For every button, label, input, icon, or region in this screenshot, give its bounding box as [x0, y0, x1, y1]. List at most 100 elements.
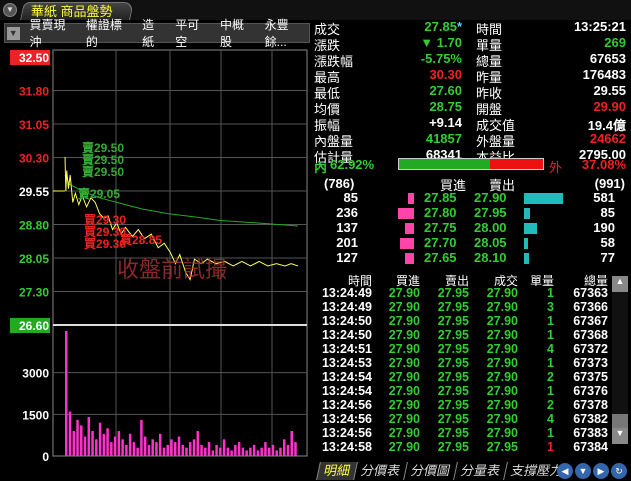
ask-volume: 190 [593, 220, 615, 235]
category-bar: ▼ 買賣現沖 權證標的 造紙 平可空 中概股 永豐餘... [4, 18, 310, 49]
tick-cell: 4 [547, 342, 554, 356]
tick-cell: 13:24:54 [321, 384, 372, 398]
volume-tick: 0 [42, 450, 49, 462]
volume-bar [147, 444, 151, 456]
ask-price[interactable]: 27.95 [474, 205, 507, 220]
bid-volume: 137 [336, 220, 358, 235]
scrollbar[interactable]: ▲ ▼ [612, 276, 628, 444]
volume-bar [196, 431, 200, 456]
bid-price[interactable]: 27.80 [424, 205, 457, 220]
tick-cell: 67363 [573, 286, 608, 300]
tick-cell: 67373 [573, 356, 608, 370]
tick-cell: 67366 [573, 300, 608, 314]
tick-cell: 27.95 [437, 384, 469, 398]
scroll-thumb[interactable] [612, 414, 628, 428]
scroll-down-icon[interactable]: ▼ [612, 428, 628, 444]
tick-cell: 27.90 [388, 426, 420, 440]
tick-cell: 27.90 [486, 356, 518, 370]
volume-bar [166, 444, 169, 456]
volume-bar [173, 442, 177, 456]
bid-price[interactable]: 27.70 [424, 235, 457, 250]
volume-bar [189, 442, 192, 456]
watermark: 收盤前試撮 [117, 257, 227, 282]
in-label: 內 [314, 160, 328, 175]
tick-cell: 27.90 [388, 286, 420, 300]
window-menu-button[interactable]: ▼ [3, 3, 17, 17]
volume-bar [110, 442, 113, 456]
quote-value: -5.75% [420, 51, 462, 66]
tick-cell: 27.95 [437, 300, 469, 314]
category-item[interactable]: 永豐餘... [265, 16, 309, 50]
volume-bar [260, 447, 263, 456]
category-item[interactable]: 中概股 [220, 16, 255, 50]
ask-volume: 85 [600, 205, 615, 220]
volume-bar [98, 422, 102, 456]
tick-cell: 27.95 [437, 286, 469, 300]
bid-price[interactable]: 27.85 [424, 190, 457, 205]
tick-cell: 2 [547, 370, 554, 384]
tick-cell: 13:24:51 [321, 342, 372, 356]
volume-bar [271, 444, 275, 456]
category-item[interactable]: 造紙 [142, 16, 165, 50]
ask-volume-bar [524, 223, 537, 234]
category-item[interactable]: 買賣現沖 [30, 16, 76, 50]
volume-bar [117, 431, 121, 456]
tab-1[interactable]: 分價表 [353, 462, 407, 480]
tick-cell: 1 [547, 384, 554, 398]
tick-cell: 27.90 [388, 328, 420, 342]
tab-2[interactable]: 分價圖 [403, 462, 457, 480]
ask-price[interactable]: 28.05 [474, 235, 507, 250]
volume-bar [264, 442, 267, 456]
volume-bar [204, 447, 207, 456]
volume-bar [249, 447, 252, 456]
next-icon[interactable]: ▶ [593, 463, 609, 479]
quote-value: 176483 [582, 67, 626, 82]
tick-cell: 27.90 [388, 398, 420, 412]
scroll-up-icon[interactable]: ▲ [612, 276, 628, 292]
category-item[interactable]: 權證標的 [86, 16, 132, 50]
quote-value: +9.14 [429, 115, 462, 130]
volume-bar [211, 450, 215, 456]
bid-price[interactable]: 27.65 [424, 250, 457, 265]
volume-bar [155, 442, 158, 456]
tab-3[interactable]: 分量表 [453, 462, 507, 480]
tab-0[interactable]: 明細 [316, 462, 357, 480]
tick-cell: 13:24:49 [321, 286, 372, 300]
tick-cell: 27.95 [437, 412, 469, 426]
down-icon[interactable]: ▼ [575, 463, 591, 479]
chevron-down-icon[interactable]: ▼ [7, 26, 20, 40]
quote-value: 41857 [425, 131, 462, 146]
volume-bar [207, 442, 211, 456]
ask-price[interactable]: 27.90 [474, 190, 507, 205]
tick-cell: 13:24:49 [321, 300, 372, 314]
refresh-icon[interactable]: ↻ [611, 463, 627, 479]
bid-volume: 127 [336, 250, 358, 265]
tick-cell: 3 [547, 300, 554, 314]
tick-cell: 13:24:56 [321, 398, 372, 412]
price-tick: 28.80 [19, 219, 49, 233]
tick-cell: 1 [547, 314, 554, 328]
quote-value: 67653 [589, 51, 626, 66]
bid-price[interactable]: 27.75 [424, 220, 457, 235]
ask-price[interactable]: 28.00 [474, 220, 507, 235]
volume-bar [72, 431, 76, 456]
price-tick: 28.05 [19, 252, 49, 266]
prev-icon[interactable]: ◀ [557, 463, 573, 479]
volume-bar [185, 447, 188, 456]
tick-cell: 27.90 [388, 342, 420, 356]
bid-volume: 236 [336, 205, 358, 220]
category-item[interactable]: 平可空 [175, 16, 210, 50]
volume-bar [267, 447, 271, 456]
tick-cell: 27.90 [486, 426, 518, 440]
volume-bar [177, 436, 181, 456]
quote-value: ▼ 1.70 [420, 35, 462, 50]
tick-cell: 27.90 [388, 370, 420, 384]
tick-cell: 27.90 [388, 356, 420, 370]
in-out-bar [398, 158, 544, 170]
ask-price[interactable]: 28.10 [474, 250, 507, 265]
quote-value: 27.85* [424, 19, 462, 34]
tick-cell: 13:24:53 [321, 356, 372, 370]
volume-bar [128, 433, 132, 456]
volume-bar [65, 331, 68, 456]
tick-cell: 27.90 [388, 300, 420, 314]
